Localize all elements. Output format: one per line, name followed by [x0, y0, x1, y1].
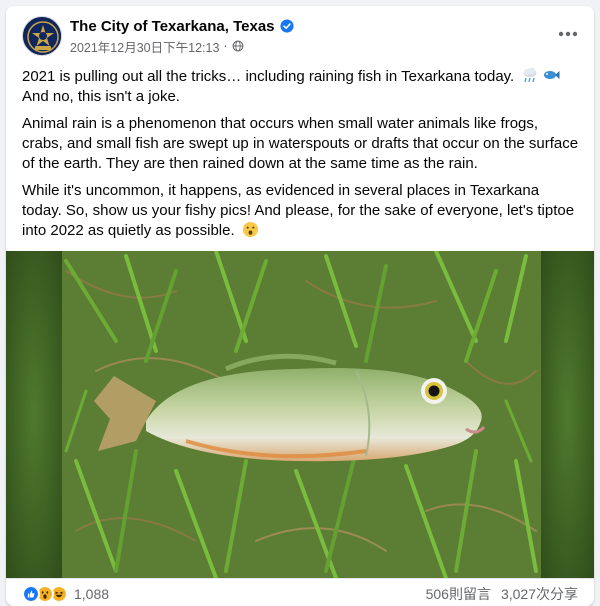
reaction-count[interactable]: 1,088	[74, 586, 109, 602]
city-seal-icon	[24, 18, 61, 55]
p3-text: While it's uncommon, it happens, as evid…	[22, 182, 575, 239]
more-options-button[interactable]	[554, 20, 582, 48]
meta-separator: ·	[223, 39, 228, 53]
globe-icon	[232, 40, 243, 52]
page-name[interactable]: The City of Texarkana, Texas	[70, 18, 275, 35]
post-meta: 2021年12月30日下午12:13 ·	[70, 37, 244, 56]
post-card: The City of Texarkana, Texas 2021年12月30日…	[6, 6, 594, 606]
page-name-link[interactable]: The City of Texarkana, Texas	[70, 16, 294, 36]
fish-on-grass-photo	[6, 251, 594, 578]
like-reaction-icon	[22, 585, 40, 603]
page-avatar[interactable]	[22, 16, 62, 56]
p1-line1: 2021 is pulling out all the tricks… incl…	[22, 68, 515, 85]
cloud-rain-emoji	[523, 67, 537, 83]
post-timestamp[interactable]: 2021年12月30日下午12:13	[70, 37, 219, 56]
post-paragraph-2: Animal rain is a phenomenon that occurs …	[22, 115, 579, 172]
verified-badge-icon	[279, 19, 294, 33]
post-photo[interactable]	[6, 251, 594, 578]
post-footer: 1,088 506則留言 3,027次分享	[6, 578, 594, 606]
post-paragraph-3: While it's uncommon, it happens, as evid…	[22, 181, 582, 241]
more-options-icon	[558, 31, 578, 37]
share-count[interactable]: 3,027次分享	[501, 584, 578, 604]
reactions-summary[interactable]: 1,088	[22, 584, 109, 604]
comment-count[interactable]: 506則留言	[426, 584, 491, 604]
post-paragraph-1: 2021 is pulling out all the tricks… incl…	[22, 66, 582, 107]
hushed-face-emoji	[242, 221, 258, 238]
post-stats: 506則留言 3,027次分享	[426, 584, 578, 604]
post-header: The City of Texarkana, Texas 2021年12月30日…	[6, 6, 594, 62]
fish-emoji	[544, 71, 560, 79]
p1-line2: And no, this isn't a joke.	[22, 88, 180, 105]
post-text: 2021 is pulling out all the tricks… incl…	[22, 66, 582, 248]
